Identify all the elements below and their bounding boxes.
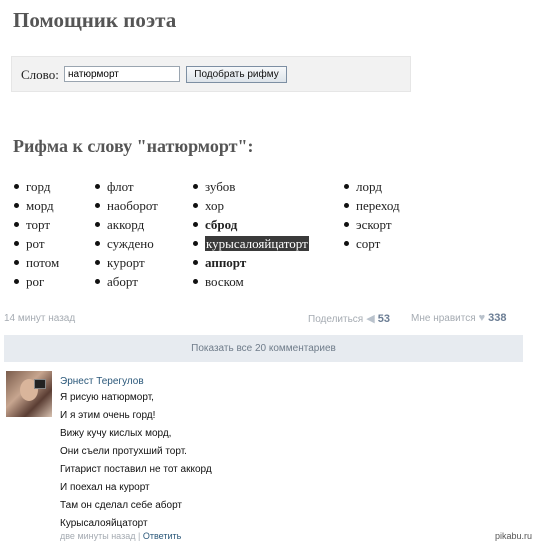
- comment-line: Вижу кучу кислых морд,: [60, 428, 172, 439]
- word-input[interactable]: [64, 66, 180, 82]
- rhyme-column-2: флот наоборот аккорд суждено курорт абор…: [94, 177, 158, 291]
- show-all-comments-button[interactable]: Показать все 20 комментариев: [4, 335, 523, 362]
- rhyme-item: флот: [94, 177, 158, 196]
- rhyme-item: морд: [13, 196, 59, 215]
- rhyme-item: рог: [13, 272, 59, 291]
- rhyme-column-4: лорд переход эскорт сорт: [343, 177, 400, 253]
- like-label: Мне нравится: [411, 313, 476, 324]
- rhyme-item: наоборот: [94, 196, 158, 215]
- page-title: Помощник поэта: [13, 8, 177, 32]
- rhyme-item: зубов: [192, 177, 309, 196]
- comment-footer: две минуты назад | Ответить: [60, 531, 181, 541]
- share-icon: ◀: [366, 313, 375, 325]
- post-meta: 14 минут назад Поделиться ◀ 53 Мне нравитс…: [0, 306, 537, 330]
- rhyme-item: лорд: [343, 177, 400, 196]
- rhyme-item: горд: [13, 177, 59, 196]
- rhyme-item: потом: [13, 253, 59, 272]
- rhyme-item: рот: [13, 234, 59, 253]
- comment-line: И я этим очень горд!: [60, 410, 156, 421]
- comment-line: Курысалояйцатор​т: [60, 518, 148, 529]
- rhyme-item: суждено: [94, 234, 158, 253]
- share-label: Поделиться: [308, 314, 364, 325]
- watermark: pikabu.ru: [494, 531, 532, 541]
- share-button[interactable]: Поделиться ◀ 53: [308, 312, 390, 325]
- avatar[interactable]: [6, 371, 52, 417]
- rhyme-item: переход: [343, 196, 400, 215]
- footer-separator: |: [138, 531, 141, 541]
- rhyme-item: эскорт: [343, 215, 400, 234]
- rhyme-item: торт: [13, 215, 59, 234]
- comment-line: Гитарист поставил не тот аккорд: [60, 464, 212, 475]
- word-label: Слово:: [21, 67, 59, 82]
- comment-line: Там он сделал себе аборт: [60, 500, 182, 511]
- comment-line: Я рисую натюрморт,: [60, 392, 154, 403]
- comment-author[interactable]: Эрнест Терегулов: [60, 376, 144, 387]
- search-panel: Слово: Подобрать рифму: [11, 56, 411, 92]
- heart-icon: ♥: [478, 312, 486, 324]
- rhyme-column-3: зубов хор сброд курысалояйцатор​т аппорт…: [192, 177, 309, 291]
- rhyme-item: хор: [192, 196, 309, 215]
- comment-line: И поехал на курорт: [60, 482, 150, 493]
- share-count: 53: [377, 313, 390, 325]
- rhyme-item: аборт: [94, 272, 158, 291]
- reply-link[interactable]: Ответить: [143, 531, 181, 541]
- rhyme-item-highlighted: курысалояйцатор​т: [192, 234, 309, 253]
- comment-line: Они съели протухший торт.: [60, 446, 187, 457]
- rhyme-item: воском: [192, 272, 309, 291]
- like-count: 338: [488, 312, 507, 324]
- rhyme-heading: Рифма к слову "натюрморт":: [13, 136, 254, 156]
- comment-time[interactable]: две минуты назад: [60, 531, 135, 541]
- find-rhyme-button[interactable]: Подобрать рифму: [186, 66, 287, 83]
- rhyme-column-1: горд морд торт рот потом рог: [13, 177, 59, 291]
- post-timestamp[interactable]: 14 минут назад: [4, 313, 75, 324]
- rhyme-item: курорт: [94, 253, 158, 272]
- rhyme-item: аккорд: [94, 215, 158, 234]
- rhyme-item: сброд: [192, 215, 309, 234]
- rhyme-item: аппорт: [192, 253, 309, 272]
- like-button[interactable]: Мне нравится ♥ 338: [411, 312, 507, 324]
- rhyme-item: сорт: [343, 234, 400, 253]
